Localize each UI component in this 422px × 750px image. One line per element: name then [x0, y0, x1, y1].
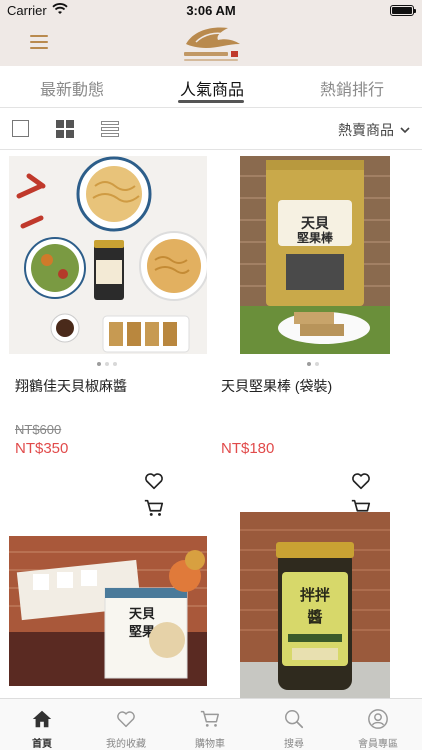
hamburger-menu-icon[interactable] — [30, 34, 48, 50]
crane-logo-icon — [184, 27, 240, 61]
tabbar-member[interactable]: 會員專區 — [336, 699, 420, 750]
cart-icon — [200, 710, 219, 727]
search-icon — [285, 710, 304, 729]
product-image[interactable]: 天貝 堅果棒 — [240, 156, 390, 354]
svg-text:醬: 醬 — [307, 608, 322, 626]
tabbar-favorites[interactable]: 我的收藏 — [84, 699, 168, 750]
single-view-icon[interactable] — [12, 120, 29, 137]
product-image[interactable]: 天貝 堅果 — [9, 536, 207, 686]
svg-text:天貝: 天貝 — [129, 606, 155, 621]
active-tab-indicator — [178, 100, 244, 103]
tabbar-label: 搜尋 — [284, 739, 304, 750]
product-name[interactable]: 天貝堅果棒 (袋裝) — [221, 376, 332, 396]
sale-price: NT$180 — [221, 440, 275, 457]
battery-icon — [390, 5, 416, 16]
tabbar-cart[interactable]: 購物車 — [168, 699, 252, 750]
sale-price: NT$350 — [15, 440, 69, 457]
tab-popular[interactable]: 人氣商品 — [180, 76, 244, 100]
tabbar-label: 首頁 — [32, 739, 52, 750]
sort-label: 熱賣商品 — [338, 122, 394, 138]
sort-dropdown[interactable]: 熱賣商品 — [338, 120, 410, 140]
svg-text:堅果棒: 堅果棒 — [297, 230, 334, 245]
user-icon — [368, 709, 388, 729]
svg-text:拌拌: 拌拌 — [300, 586, 330, 604]
favorite-heart-icon[interactable] — [350, 470, 372, 492]
tabbar-search[interactable]: 搜尋 — [252, 699, 336, 750]
list-view-icon[interactable] — [101, 121, 119, 137]
tabbar-label: 購物車 — [195, 739, 225, 750]
view-toolbar: 熱賣商品 — [0, 108, 422, 150]
status-bar: Carrier 3:06 AM — [0, 0, 422, 22]
product-image[interactable]: 拌拌 醬 — [240, 512, 390, 702]
bottom-tab-bar: 首頁 我的收藏 購物車 搜尋 會員專區 — [0, 698, 422, 750]
tab-latest[interactable]: 最新動態 — [40, 76, 104, 100]
tabbar-label: 我的收藏 — [106, 739, 146, 750]
original-price: NT$600 — [15, 422, 62, 437]
tabbar-label: 會員專區 — [358, 739, 398, 750]
category-tabs: 最新動態 人氣商品 熱銷排行 — [0, 66, 422, 108]
home-icon — [32, 710, 52, 728]
product-name[interactable]: 翔鶴佳天貝椒麻醬 — [15, 376, 127, 396]
svg-text:天貝: 天貝 — [301, 215, 329, 231]
add-to-cart-icon[interactable] — [143, 497, 165, 519]
app-header — [0, 22, 422, 66]
tabbar-home[interactable]: 首頁 — [0, 699, 84, 750]
image-carousel-dots — [9, 362, 207, 368]
tab-bestseller[interactable]: 熱銷排行 — [320, 76, 384, 100]
chevron-down-icon — [400, 127, 410, 134]
clock: 3:06 AM — [186, 3, 236, 18]
product-image[interactable] — [9, 156, 207, 354]
image-carousel-dots — [220, 362, 418, 368]
favorite-heart-icon[interactable] — [143, 470, 165, 492]
heart-icon — [117, 711, 135, 728]
grid-view-icon[interactable] — [56, 120, 74, 138]
